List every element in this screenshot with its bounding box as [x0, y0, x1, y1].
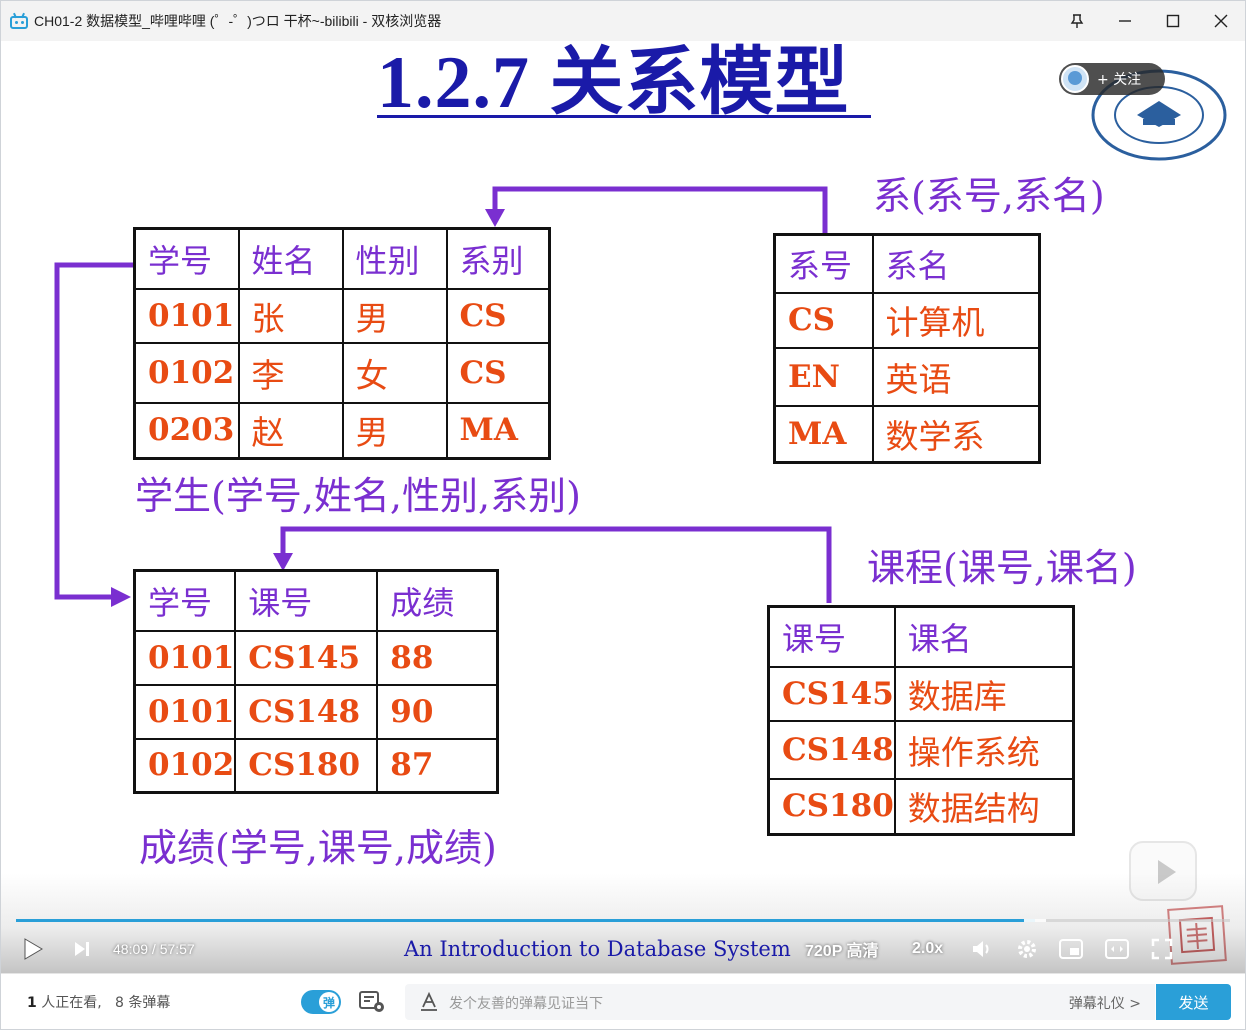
close-icon[interactable] — [1197, 1, 1245, 41]
text-style-icon[interactable] — [419, 991, 439, 1012]
table-cell: MA — [773, 404, 874, 464]
table-cell: CS — [773, 291, 874, 349]
table-cell: 女 — [341, 341, 448, 404]
grade-table: 学号 课号 成绩 0101 CS145 88 0101 CS148 90 010… — [133, 569, 499, 794]
table-cell: 90 — [376, 683, 499, 740]
grade-relation-label: 成绩(学号,课号,成绩) — [139, 826, 497, 870]
volume-icon[interactable] — [971, 929, 997, 969]
dept-relation-label: 系(系号,系名) — [873, 174, 1105, 218]
speed-selector[interactable]: 2.0x — [912, 929, 943, 969]
danmaku-toggle[interactable]: 弹 — [301, 990, 341, 1014]
quality-selector[interactable]: 720P 高清 — [805, 929, 879, 969]
pin-icon[interactable] — [1053, 1, 1101, 41]
time-display: 48:09 / 57:57 — [113, 941, 195, 957]
progress-played — [16, 919, 1035, 922]
course-table: 课号 课名 CS145 数据库 CS148 操作系统 CS180 数据结构 — [767, 605, 1075, 836]
table-cell: 0102 — [133, 341, 240, 404]
danmaku-suffix: 条弹幕 — [128, 995, 171, 1011]
video-player[interactable]: 1.2.7 关系模型 + 关注 系(系号,系名) 系号 系名 CS 计算机 EN… — [1, 41, 1245, 973]
table-header: 系号 — [773, 233, 874, 294]
table-header: 性别 — [341, 227, 448, 290]
picture-in-picture-icon[interactable] — [1059, 929, 1087, 969]
table-header: 学号 — [133, 227, 240, 290]
table-cell: 操作系统 — [893, 719, 1075, 780]
table-cell: CS180 — [767, 777, 896, 836]
table-cell: 张 — [237, 287, 344, 344]
table-cell: CS180 — [234, 737, 379, 794]
table-cell: 英语 — [871, 346, 1041, 407]
table-cell: MA — [445, 401, 551, 460]
widescreen-icon[interactable] — [1105, 929, 1133, 969]
table-header: 课号 — [767, 605, 896, 668]
table-cell: 男 — [341, 287, 448, 344]
table-cell: CS — [445, 341, 551, 404]
table-cell: 0101 — [133, 683, 237, 740]
table-header: 姓名 — [237, 227, 344, 290]
fullscreen-icon[interactable] — [1151, 929, 1177, 969]
table-cell: 数据库 — [893, 665, 1075, 722]
table-header: 课名 — [893, 605, 1075, 668]
danmaku-etiquette-link[interactable]: 弹幕礼仪 > — [1069, 993, 1141, 1013]
danmaku-input-placeholder: 发个友善的弹幕见证当下 — [449, 996, 603, 1012]
table-cell: 男 — [341, 401, 448, 460]
table-cell: 数据结构 — [893, 777, 1075, 836]
table-cell: 计算机 — [871, 291, 1041, 349]
viewer-stats: 1 人正在看, 8 条弹幕 — [27, 992, 170, 1012]
table-header: 成绩 — [376, 569, 499, 632]
next-icon[interactable] — [73, 929, 95, 969]
viewer-suffix: 人正在看, — [41, 995, 102, 1011]
table-cell: 赵 — [237, 401, 344, 460]
minimize-icon[interactable] — [1101, 1, 1149, 41]
table-cell: 0101 — [133, 287, 240, 344]
table-cell: 0102 — [133, 737, 237, 794]
table-header: 课号 — [234, 569, 379, 632]
dept-table: 系号 系名 CS 计算机 EN 英语 MA 数学系 — [773, 233, 1041, 464]
play-icon[interactable] — [23, 929, 51, 969]
arrowhead-student — [485, 209, 505, 227]
student-to-grade-arrow — [54, 262, 133, 600]
table-header: 系名 — [871, 233, 1041, 294]
browser-window: CH01-2 数据模型_哔哩哔哩 (゜-゜)つロ 干杯~-bilibili - … — [0, 0, 1246, 1030]
student-table: 学号 姓名 性别 系别 0101 张 男 CS 0102 李 女 CS 0203… — [133, 227, 551, 460]
window-title: CH01-2 数据模型_哔哩哔哩 (゜-゜)つロ 干杯~-bilibili - … — [34, 13, 442, 29]
player-controls: 48:09 / 57:57 An Introduction to Databas… — [1, 929, 1245, 969]
table-cell: 0203 — [133, 401, 240, 460]
danmaku-settings-icon[interactable] — [359, 990, 385, 1014]
video-subtitle: An Introduction to Database System — [404, 937, 791, 961]
title-bar: CH01-2 数据模型_哔哩哔哩 (゜-゜)つロ 干杯~-bilibili - … — [1, 1, 1245, 41]
danmaku-toggle-label: 弹 — [319, 992, 339, 1012]
table-cell: CS148 — [767, 719, 896, 780]
table-header: 学号 — [133, 569, 237, 632]
bilibili-tv-icon — [10, 12, 28, 29]
table-cell: 0101 — [133, 629, 237, 686]
student-relation-label: 学生(学号,姓名,性别,系别) — [135, 474, 581, 518]
danmaku-bar: 1 人正在看, 8 条弹幕 弹 发个友善的弹幕见证当下 弹幕礼仪 > 发送 — [1, 973, 1245, 1029]
danmaku-input[interactable]: 发个友善的弹幕见证当下 弹幕礼仪 > — [405, 984, 1155, 1020]
arrowhead-grade-left — [111, 587, 131, 607]
progress-buffered — [1024, 919, 1046, 922]
viewer-count: 1 — [27, 995, 37, 1011]
course-relation-label: 课程(课号,课名) — [867, 546, 1137, 590]
danmaku-count: 8 — [115, 995, 124, 1011]
settings-gear-icon[interactable] — [1016, 929, 1040, 969]
table-header: 系别 — [445, 227, 551, 290]
table-cell: 李 — [237, 341, 344, 404]
table-cell: EN — [773, 346, 874, 407]
table-cell: CS145 — [767, 665, 896, 722]
table-cell: CS148 — [234, 683, 379, 740]
table-cell: CS145 — [234, 629, 379, 686]
maximize-icon[interactable] — [1149, 1, 1197, 41]
table-cell: 87 — [376, 737, 499, 794]
table-cell: CS — [445, 287, 551, 344]
window-controls — [1053, 1, 1245, 41]
table-cell: 数学系 — [871, 404, 1041, 464]
send-button[interactable]: 发送 — [1156, 984, 1231, 1020]
table-cell: 88 — [376, 629, 499, 686]
